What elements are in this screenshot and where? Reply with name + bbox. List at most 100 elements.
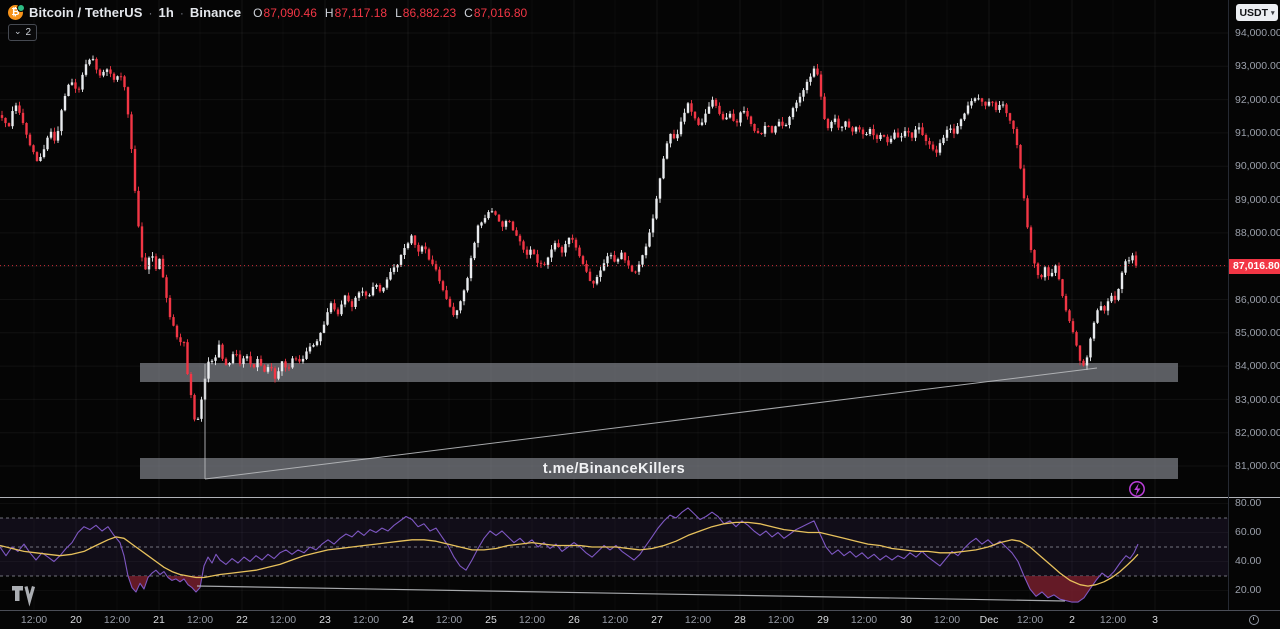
candle-body [15,105,17,111]
candle-body [1096,310,1098,323]
candle-body [1030,227,1032,250]
candle-body [967,106,969,114]
candle-body [858,127,860,129]
candle-body [179,337,181,342]
candle-body [701,122,703,124]
candle-body [491,211,493,212]
candle-body [22,113,24,123]
candle-body [57,131,59,141]
rsi-pane-svg[interactable] [0,497,1228,610]
candle-body [39,157,41,161]
rsi-trendline[interactable] [197,586,1065,601]
candle-body [715,100,717,106]
candle-body [526,250,528,255]
indicators-collapse-badge[interactable]: ⌄ 2 [8,24,37,41]
price-axis-label: 88,000.00 [1235,227,1280,239]
time-axis-label: 23 [319,614,331,626]
candle-body [795,103,797,109]
candle-body [893,133,895,139]
candle-body [785,125,787,126]
candle-body [389,272,391,280]
candle-body [862,129,864,134]
candle-body [883,135,885,137]
time-axis-label: 12:00 [768,614,794,626]
candle-body [778,122,780,127]
candle-body [792,108,794,117]
candle-body [648,233,650,247]
candle-body [956,126,958,134]
time-axis-label: 2 [1069,614,1075,626]
price-axis-label: 81,000.00 [1235,460,1280,472]
candle-body [1044,267,1046,277]
price-scale-currency-button[interactable]: USDT ▾ [1236,4,1278,21]
candle-body [554,243,556,249]
candle-body [736,121,738,123]
candle-body [540,263,542,264]
candle-body [354,298,356,307]
time-axis-label: 12:00 [270,614,296,626]
candle-body [788,117,790,125]
supply-zone[interactable] [140,363,1178,382]
candle-body [865,134,867,135]
candle-body [134,149,136,191]
candle-body [351,301,353,307]
high-key: H [325,6,334,20]
candle-body [95,59,97,70]
candle-body [1110,296,1112,301]
candle-body [407,243,409,248]
candle-body [393,267,395,271]
candle-body [1075,332,1077,345]
candle-body [344,296,346,305]
candle-body [1009,113,1011,121]
candle-body [876,135,878,139]
candle-body [435,264,437,269]
clock-icon[interactable] [1249,615,1259,625]
candle-body [547,258,549,265]
candle-body [809,77,811,82]
candle-body [949,129,951,130]
price-axis[interactable]: 94,000.0093,000.0092,000.0091,000.0090,0… [1228,0,1280,610]
candle-body [71,82,73,84]
price-axis-label: 83,000.00 [1235,394,1280,406]
candle-body [200,400,202,419]
candle-body [267,367,269,372]
time-axis-label: 12:00 [1017,614,1043,626]
candle-body [165,277,167,298]
rsi-trendline[interactable] [197,586,1065,601]
time-axis-label: 12:00 [685,614,711,626]
interval-label[interactable]: 1h [159,5,174,20]
price-axis-label: 82,000.00 [1235,427,1280,439]
boost-lightning-icon[interactable] [1130,482,1144,496]
candle-body [662,159,664,179]
candle-body [981,98,983,101]
candle-body [1121,273,1123,289]
candle-body [99,70,101,76]
exchange-label[interactable]: Binance [190,5,241,20]
time-axis-label: 12:00 [519,614,545,626]
tradingview-logo[interactable] [12,586,34,601]
candle-body [410,236,412,244]
open-key: O [253,6,262,20]
candle-body [844,121,846,126]
candle-body [890,139,892,143]
symbol-title[interactable]: Bitcoin / TetherUS [29,5,143,20]
candle-body [46,138,48,150]
time-axis[interactable]: 12:002012:002112:002212:002312:002412:00… [0,610,1280,629]
candle-body [617,259,619,261]
candle-body [1082,361,1084,366]
candle-body [834,119,836,122]
time-axis-label: 26 [568,614,580,626]
candle-body [1068,310,1070,321]
candle-body [298,359,300,362]
pane-divider[interactable] [0,497,1280,498]
price-axis-label: 90,000.00 [1235,160,1280,172]
candle-body [655,199,657,219]
candle-body [116,76,118,80]
candle-body [102,72,104,76]
main-pane-svg[interactable]: t.me/BinanceKillers [0,0,1228,497]
candle-body [991,102,993,103]
close-value: 87,016.80 [474,6,527,20]
chevron-down-icon: ⌄ [14,27,22,36]
time-axis-label: 12:00 [436,614,462,626]
candle-body [771,126,773,133]
